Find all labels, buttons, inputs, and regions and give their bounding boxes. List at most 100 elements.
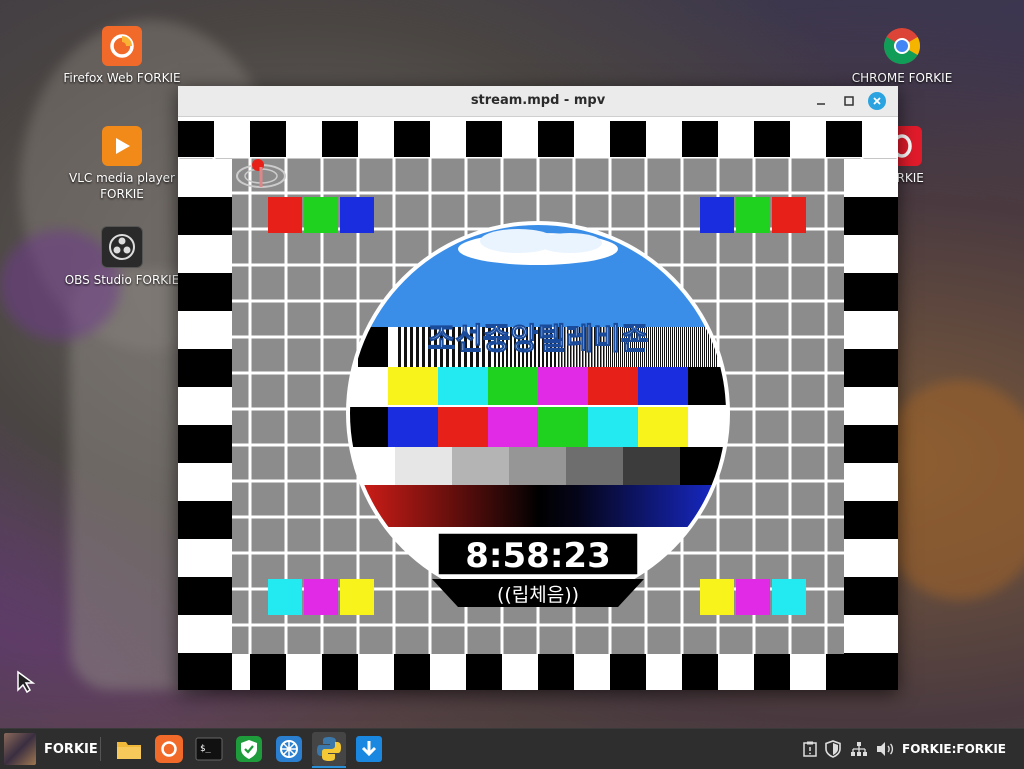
border-square bbox=[178, 311, 232, 349]
gray-bar bbox=[452, 447, 510, 485]
border-square bbox=[178, 197, 232, 235]
window-title: stream.mpd - mpv bbox=[470, 93, 606, 108]
desktop-icon-obs[interactable]: OBS Studio FORKIE bbox=[57, 226, 187, 288]
start-menu-button[interactable]: FORKIE bbox=[4, 732, 98, 766]
maximize-icon[interactable] bbox=[840, 92, 858, 110]
stereo-caption: ((립체음)) bbox=[497, 584, 579, 606]
terminal-icon: $_ bbox=[195, 737, 223, 761]
firefox-icon bbox=[155, 735, 183, 763]
border-square bbox=[682, 654, 718, 690]
border-square bbox=[718, 654, 754, 690]
taskbar-separator bbox=[100, 737, 101, 761]
border-square bbox=[178, 235, 232, 273]
taskbar-app-shield[interactable] bbox=[232, 732, 266, 766]
taskbar: FORKIE $_ FORKIE:FORKIE bbox=[0, 728, 1024, 769]
border-square bbox=[394, 654, 430, 690]
network-tray-icon[interactable] bbox=[848, 729, 870, 769]
shield-tray-icon[interactable] bbox=[822, 729, 844, 769]
taskbar-app-terminal[interactable]: $_ bbox=[192, 732, 226, 766]
python-icon bbox=[317, 737, 341, 761]
desktop-icon-label: Firefox Web FORKIE bbox=[63, 71, 181, 85]
color-bar bbox=[588, 407, 638, 447]
border-square bbox=[844, 387, 898, 425]
channel-name: 조선중앙텔레비죤 bbox=[428, 322, 649, 357]
border-square bbox=[178, 653, 232, 690]
border-square bbox=[538, 654, 574, 690]
border-square bbox=[178, 273, 232, 311]
border-square bbox=[250, 121, 286, 157]
border-square bbox=[844, 159, 898, 197]
desktop-icon-firefox[interactable]: Firefox Web FORKIE bbox=[57, 26, 187, 86]
obs-icon bbox=[101, 226, 143, 268]
color-bar bbox=[588, 367, 638, 405]
border-square bbox=[178, 577, 232, 615]
border-square bbox=[502, 121, 538, 157]
video-area[interactable]: 조선중앙텔레비죤 8:58:23 ((립체음)) bbox=[178, 121, 898, 690]
window-titlebar[interactable]: stream.mpd - mpv bbox=[178, 86, 898, 117]
border-square bbox=[322, 654, 358, 690]
border-square bbox=[844, 577, 898, 615]
border-square bbox=[286, 121, 322, 157]
desktop-icon-label: OBS Studio FORKIE bbox=[64, 273, 180, 287]
border-square bbox=[178, 159, 232, 197]
taskbar-app-files[interactable] bbox=[112, 732, 146, 766]
color-swatch bbox=[772, 197, 806, 233]
border-square bbox=[718, 121, 754, 157]
border-square bbox=[394, 121, 430, 157]
close-icon[interactable] bbox=[868, 92, 886, 110]
color-bar bbox=[488, 367, 538, 405]
border-square bbox=[682, 121, 718, 157]
border-square bbox=[844, 235, 898, 273]
color-swatch bbox=[268, 197, 302, 233]
color-bar bbox=[438, 367, 488, 405]
border-square bbox=[790, 654, 826, 690]
mouse-cursor-icon bbox=[16, 670, 36, 698]
taskbar-app-python[interactable] bbox=[312, 732, 346, 768]
desktop-icon-label: CHROME FORKIE bbox=[851, 71, 953, 85]
shield-app-icon bbox=[236, 736, 262, 762]
taskbar-app-network[interactable] bbox=[272, 732, 306, 766]
border-square bbox=[646, 654, 682, 690]
border-square bbox=[358, 654, 394, 690]
download-icon bbox=[356, 736, 382, 762]
vlc-icon bbox=[102, 126, 142, 166]
border-square bbox=[502, 654, 538, 690]
border-square bbox=[844, 425, 898, 463]
border-square bbox=[250, 654, 286, 690]
red-blue-ramp bbox=[350, 485, 726, 527]
border-square bbox=[430, 121, 466, 157]
minimize-icon[interactable] bbox=[812, 92, 830, 110]
start-label: FORKIE bbox=[44, 741, 98, 757]
border-square bbox=[610, 121, 646, 157]
border-square bbox=[178, 387, 232, 425]
border-square bbox=[286, 654, 322, 690]
color-swatch bbox=[736, 197, 770, 233]
file-manager-icon bbox=[117, 742, 141, 759]
border-square bbox=[844, 197, 898, 235]
border-square bbox=[844, 463, 898, 501]
border-square bbox=[430, 654, 466, 690]
volume-icon[interactable] bbox=[874, 729, 896, 769]
color-swatch bbox=[268, 579, 302, 615]
gray-bar bbox=[509, 447, 567, 485]
taskbar-app-firefox[interactable] bbox=[152, 732, 186, 766]
clipboard-icon[interactable] bbox=[800, 729, 820, 769]
border-square bbox=[178, 425, 232, 463]
mpv-window[interactable]: stream.mpd - mpv 조선중앙텔레비죤 8:58:23 ((립체음)… bbox=[178, 86, 898, 690]
color-swatch bbox=[700, 579, 734, 615]
border-square bbox=[322, 121, 358, 157]
user-label[interactable]: FORKIE:FORKIE bbox=[902, 729, 1006, 769]
color-bars-top bbox=[350, 367, 726, 405]
desktop-icon-vlc[interactable]: VLC media player FORKIE bbox=[57, 126, 187, 202]
border-square bbox=[790, 121, 826, 157]
desktop-icon-chrome[interactable]: CHROME FORKIE bbox=[837, 26, 967, 86]
gray-bar bbox=[623, 447, 681, 485]
border-square bbox=[466, 654, 502, 690]
border-square bbox=[844, 653, 898, 690]
border-square bbox=[178, 615, 232, 653]
color-bars-middle bbox=[350, 407, 726, 447]
taskbar-app-downloader[interactable] bbox=[352, 732, 386, 766]
color-swatch bbox=[772, 579, 806, 615]
color-bar bbox=[538, 407, 588, 447]
border-square bbox=[574, 121, 610, 157]
